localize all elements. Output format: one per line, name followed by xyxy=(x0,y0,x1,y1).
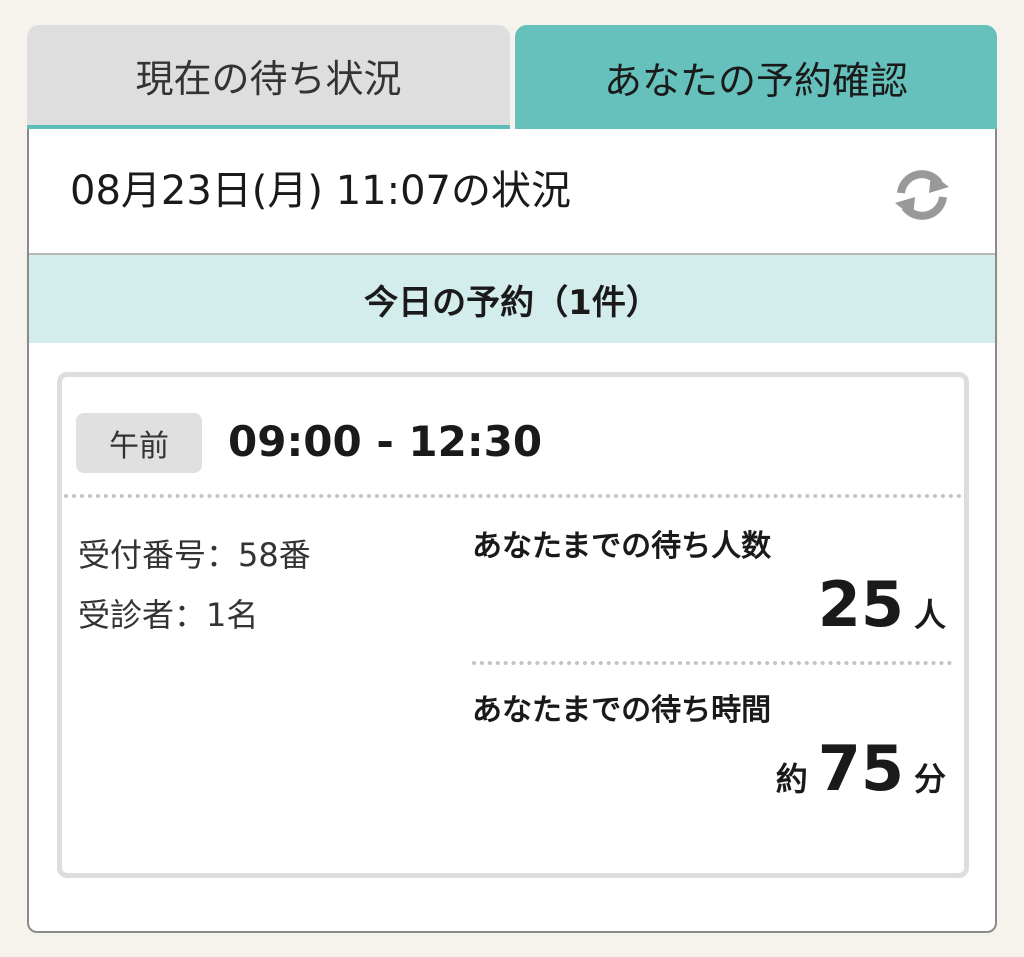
tab-current-status[interactable]: 現在の待ち状況 xyxy=(27,25,510,130)
reception-number: 受付番号：58番 xyxy=(78,536,311,574)
divider xyxy=(64,494,962,498)
tab-your-reservation[interactable]: あなたの予約確認 xyxy=(515,25,997,130)
reservation-panel: 08月23日(月) 11:07の状況 今日の予約（1件） 午前 09:00 - … xyxy=(27,129,997,933)
refresh-button[interactable] xyxy=(889,165,955,225)
wait-info: あなたまでの待ち人数 25 人 あなたまでの待ち時間 約 75 分 xyxy=(472,527,952,807)
wait-people-unit: 人 xyxy=(913,596,946,634)
tab-bar: 現在の待ち状況 あなたの予約確認 xyxy=(27,25,997,130)
wait-time-unit: 分 xyxy=(913,760,946,798)
reservation-card: 午前 09:00 - 12:30 受付番号：58番 受診者：1名 あなたまでの待… xyxy=(57,372,969,878)
period-badge: 午前 xyxy=(76,413,202,473)
divider xyxy=(472,661,952,665)
wait-people-value-row: 25 人 xyxy=(472,567,952,643)
status-timestamp: 08月23日(月) 11:07の状況 xyxy=(70,168,571,214)
status-header: 08月23日(月) 11:07の状況 xyxy=(29,129,995,255)
wait-time-label: あなたまでの待ち時間 xyxy=(472,693,772,728)
wait-people-count: 25 xyxy=(817,568,904,641)
reservation-details: 受付番号：58番 受診者：1名 xyxy=(78,525,311,645)
time-range: 09:00 - 12:30 xyxy=(228,417,543,466)
wait-time-prefix: 約 xyxy=(775,760,808,798)
today-reservations-header: 今日の予約（1件） xyxy=(29,255,995,343)
refresh-icon xyxy=(895,170,949,220)
wait-time-value-row: 約 75 分 xyxy=(472,731,952,807)
patient-count: 受診者：1名 xyxy=(78,596,259,634)
wait-time-minutes: 75 xyxy=(817,732,904,805)
wait-people-label: あなたまでの待ち人数 xyxy=(472,529,772,564)
